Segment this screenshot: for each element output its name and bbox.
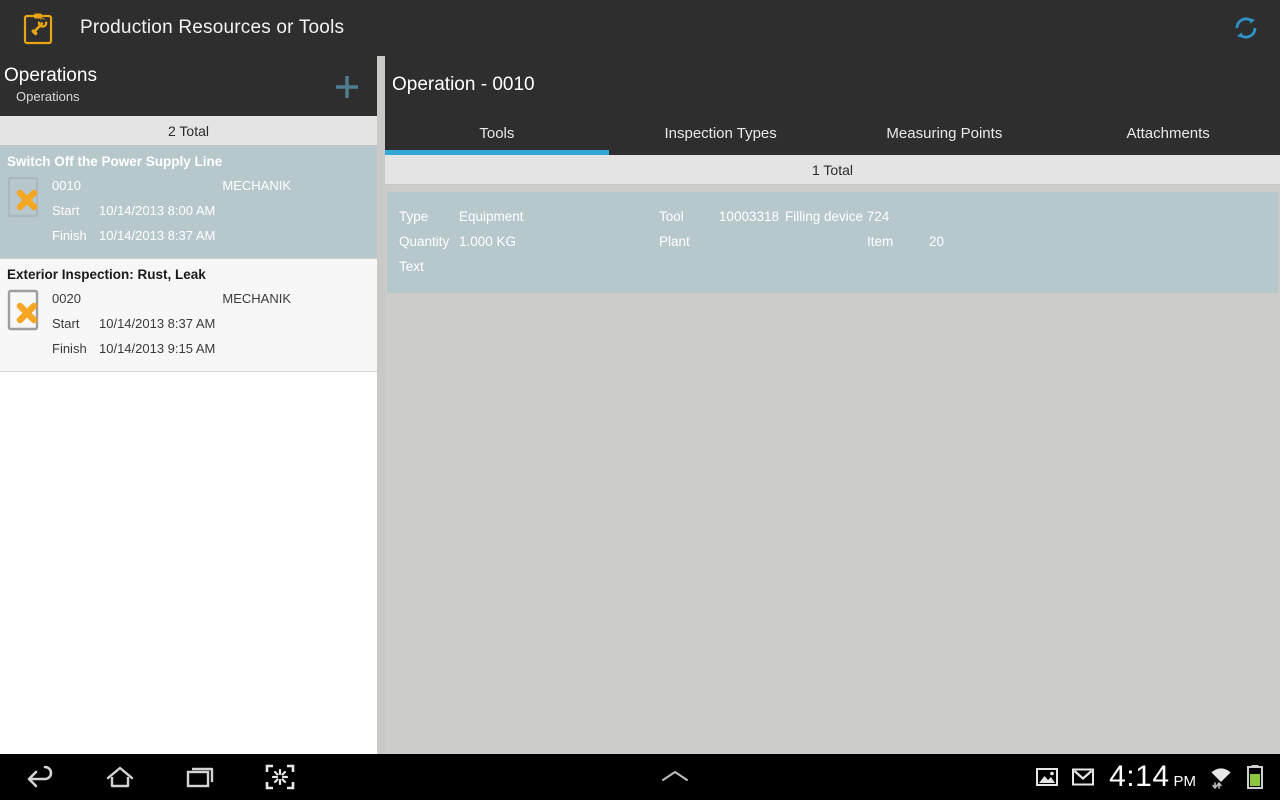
operation-number: 0020 <box>52 291 81 306</box>
tool-row-type: Type Equipment Tool 10003318 Filling dev… <box>387 204 1278 229</box>
operation-title: Switch Off the Power Supply Line <box>7 154 223 169</box>
tool-detail-card[interactable]: Type Equipment Tool 10003318 Filling dev… <box>387 192 1278 293</box>
clipboard-wrench-icon <box>18 8 58 48</box>
tab-inspection-types[interactable]: Inspection Types <box>609 111 833 155</box>
operation-work-center: MECHANIK <box>222 291 291 306</box>
status-clock: 4:14 <box>1109 760 1170 793</box>
tool-row-text: Text <box>387 254 1278 279</box>
refresh-sync-icon[interactable] <box>1218 0 1274 56</box>
tools-total-label: 1 Total <box>812 161 853 178</box>
quantity-label: Quantity <box>399 234 450 249</box>
document-error-icon <box>0 173 52 248</box>
operations-title: Operations <box>4 65 97 86</box>
image-icon[interactable] <box>1035 766 1059 788</box>
tab-label: Measuring Points <box>886 124 1003 142</box>
tools-total-bar: 1 Total <box>385 155 1280 185</box>
operations-header: Operations Operations <box>0 56 377 116</box>
item-value: 20 <box>929 234 945 249</box>
app-bar: Production Resources or Tools <box>0 0 1280 56</box>
operations-subtitle: Operations <box>16 89 80 104</box>
operation-start-line: Start 10/14/2013 8:00 AM <box>52 198 369 223</box>
back-arrow-icon[interactable] <box>0 754 80 800</box>
operations-total-bar: 2 Total <box>0 116 377 146</box>
type-label: Type <box>399 209 429 224</box>
operation-start-line: Start 10/14/2013 8:37 AM <box>52 311 369 336</box>
text-value <box>459 254 659 279</box>
operation-body: 0020 MECHANIK Start 10/14/2013 8:37 AM F… <box>0 286 377 361</box>
finish-label: Finish <box>52 341 87 356</box>
tab-label: Inspection Types <box>664 124 777 142</box>
tab-tools[interactable]: Tools <box>385 111 609 155</box>
tool-number: 10003318 <box>718 209 779 224</box>
tool-row-quantity: Quantity 1.000 KG Plant Item 20 <box>387 229 1278 254</box>
detail-tabs: Tools Inspection Types Measuring Points … <box>385 111 1280 155</box>
start-label: Start <box>52 203 80 218</box>
finish-label: Finish <box>52 228 87 243</box>
type-value: Equipment <box>459 209 524 224</box>
chevron-up-icon[interactable] <box>320 767 1029 787</box>
operation-detail-header: Operation - 0010 Tools Inspection Types … <box>385 56 1280 155</box>
status-meridiem: PM <box>1173 773 1197 790</box>
operation-body: 0010 MECHANIK Start 10/14/2013 8:00 AM F… <box>0 173 377 248</box>
document-error-icon <box>0 286 52 361</box>
operation-finish-line: Finish 10/14/2013 9:15 AM <box>52 336 369 361</box>
operation-fields: 0020 MECHANIK Start 10/14/2013 8:37 AM F… <box>52 286 377 361</box>
operation-list-item-0020[interactable]: Exterior Inspection: Rust, Leak 0020 MEC… <box>0 259 377 372</box>
tab-label: Attachments <box>1126 124 1210 142</box>
tab-active-underline <box>1056 150 1280 155</box>
operation-number: 0010 <box>52 178 81 193</box>
system-nav-bar: 4:14 PM <box>0 754 1280 800</box>
operations-panel: Operations Operations 2 Total Switch Off… <box>0 56 377 754</box>
tab-label: Tools <box>479 124 515 142</box>
operation-detail-title: Operation - 0010 <box>392 74 535 95</box>
start-label: Start <box>52 316 80 331</box>
operation-detail-panel: Operation - 0010 Tools Inspection Types … <box>385 56 1280 754</box>
recent-apps-icon[interactable] <box>160 754 240 800</box>
app-root: Production Resources or Tools Operations… <box>0 0 1280 800</box>
tab-measuring-points[interactable]: Measuring Points <box>833 111 1057 155</box>
text-label: Text <box>399 259 424 274</box>
tool-label: Tool <box>659 209 684 224</box>
battery-icon <box>1246 763 1264 791</box>
wifi-data-icon <box>1208 764 1234 790</box>
add-operation-button[interactable] <box>325 66 369 108</box>
operation-finish-value: 10/14/2013 8:37 AM <box>99 228 216 243</box>
tab-active-underline <box>385 150 609 155</box>
operation-finish-line: Finish 10/14/2013 8:37 AM <box>52 223 369 248</box>
operation-work-center: MECHANIK <box>222 178 291 193</box>
status-icons: 4:14 PM <box>1029 760 1280 794</box>
quantity-value: 1.000 KG <box>459 234 517 249</box>
item-label: Item <box>867 234 894 249</box>
scan-barcode-icon[interactable] <box>240 754 320 800</box>
operation-fields: 0010 MECHANIK Start 10/14/2013 8:00 AM F… <box>52 173 377 248</box>
operation-number-line: 0020 MECHANIK <box>52 286 369 311</box>
operation-finish-value: 10/14/2013 9:15 AM <box>99 341 216 356</box>
operation-start-value: 10/14/2013 8:37 AM <box>99 316 216 331</box>
operation-list-item-0010[interactable]: Switch Off the Power Supply Line 0010 ME… <box>0 146 377 259</box>
operation-start-value: 10/14/2013 8:00 AM <box>99 203 216 218</box>
home-icon[interactable] <box>80 754 160 800</box>
tool-name: Filling device 724 <box>785 209 890 224</box>
operations-total-label: 2 Total <box>168 122 209 139</box>
operation-number-line: 0010 MECHANIK <box>52 173 369 198</box>
tab-active-underline <box>609 150 833 155</box>
operation-title: Exterior Inspection: Rust, Leak <box>7 267 206 282</box>
tab-attachments[interactable]: Attachments <box>1056 111 1280 155</box>
gmail-envelope-icon[interactable] <box>1071 766 1095 788</box>
plant-label: Plant <box>659 234 690 249</box>
tab-active-underline <box>833 150 1057 155</box>
panel-divider <box>377 56 385 754</box>
page-title: Production Resources or Tools <box>80 17 345 38</box>
